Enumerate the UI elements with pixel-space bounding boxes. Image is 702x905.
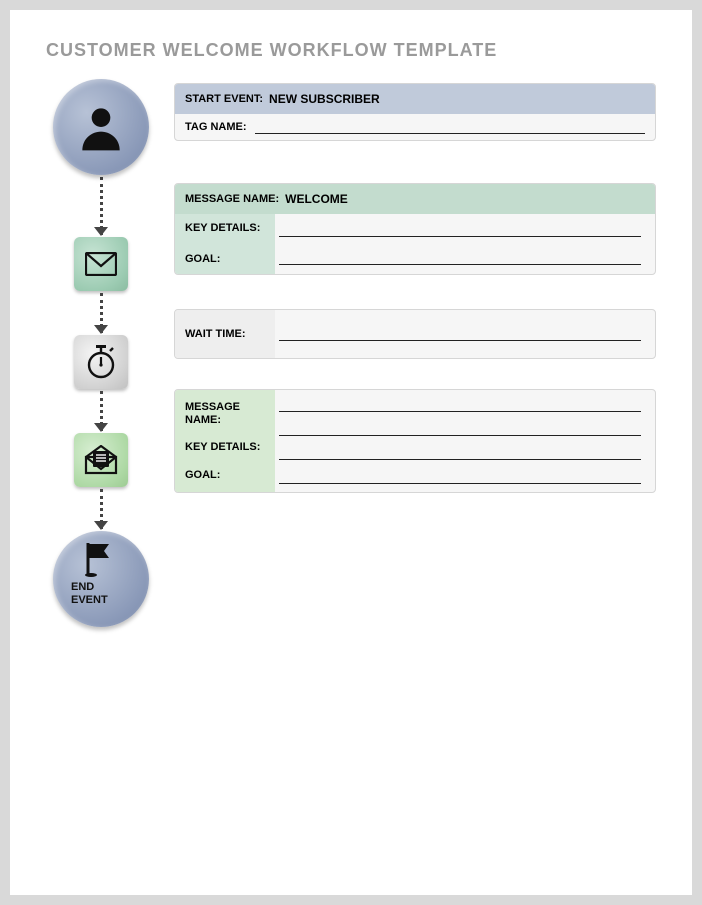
icon-column: ENDEVENT — [46, 79, 156, 627]
stopwatch-icon — [86, 345, 116, 379]
message2-details-label: KEY DETAILS: — [185, 441, 265, 454]
message1-sidebar: KEY DETAILS: GOAL: — [175, 214, 275, 274]
mail-icon — [85, 252, 117, 276]
end-event-circle: ENDEVENT — [53, 531, 149, 627]
message1-inputs — [275, 214, 655, 274]
end-event-label: ENDEVENT — [71, 581, 119, 607]
wait-label: WAIT TIME: — [185, 328, 265, 341]
start-event-label: START EVENT: — [185, 93, 263, 105]
chevron-down-icon — [94, 325, 108, 335]
message2-inputs — [275, 390, 655, 492]
message1-name-value: WELCOME — [285, 192, 348, 206]
flag-icon — [85, 541, 115, 577]
wait-card: WAIT TIME: — [174, 309, 656, 359]
start-event-circle — [53, 79, 149, 175]
workflow-flow: ENDEVENT START EVENT: NEW SUBSCRIBER TAG… — [46, 79, 656, 627]
message2-details-input-1[interactable] — [279, 422, 641, 436]
chevron-down-icon — [94, 521, 108, 531]
workflow-template-page: CUSTOMER WELCOME WORKFLOW TEMPLATE — [10, 10, 692, 895]
message1-goal-input[interactable] — [279, 251, 641, 265]
tag-name-label: TAG NAME: — [185, 121, 247, 133]
open-mail-icon — [84, 445, 118, 475]
message2-goal-label: GOAL: — [185, 469, 265, 482]
message2-details-input-2[interactable] — [279, 446, 641, 460]
message1-goal-label: GOAL: — [185, 253, 265, 266]
wait-icon-box — [74, 335, 128, 389]
message2-icon-box — [74, 433, 128, 487]
message2-card: MESSAGE NAME: KEY DETAILS: GOAL: — [174, 389, 656, 493]
message-icon-box — [74, 237, 128, 291]
page-title: CUSTOMER WELCOME WORKFLOW TEMPLATE — [46, 40, 656, 61]
message1-card: MESSAGE NAME: WELCOME KEY DETAILS: GOAL: — [174, 183, 656, 275]
wait-time-input[interactable] — [279, 327, 641, 341]
person-icon — [73, 99, 129, 155]
tag-row: TAG NAME: — [175, 114, 655, 140]
message2-name-input[interactable] — [279, 398, 641, 412]
wait-sidebar: WAIT TIME: — [175, 310, 275, 358]
tag-name-input[interactable] — [255, 120, 645, 134]
message2-name-label: MESSAGE NAME: — [185, 401, 255, 427]
message1-header: MESSAGE NAME: WELCOME — [175, 184, 655, 214]
start-event-card: START EVENT: NEW SUBSCRIBER TAG NAME: — [174, 83, 656, 141]
wait-inputs — [275, 310, 655, 358]
form-column: START EVENT: NEW SUBSCRIBER TAG NAME: ME… — [174, 79, 656, 627]
start-event-value: NEW SUBSCRIBER — [269, 92, 380, 106]
chevron-down-icon — [94, 423, 108, 433]
message2-sidebar: MESSAGE NAME: KEY DETAILS: GOAL: — [175, 390, 275, 492]
chevron-down-icon — [94, 227, 108, 237]
start-event-header: START EVENT: NEW SUBSCRIBER — [175, 84, 655, 114]
message2-goal-input[interactable] — [279, 470, 641, 484]
message1-details-input[interactable] — [279, 223, 641, 237]
message1-details-label: KEY DETAILS: — [185, 222, 265, 235]
message1-name-label: MESSAGE NAME: — [185, 193, 279, 205]
